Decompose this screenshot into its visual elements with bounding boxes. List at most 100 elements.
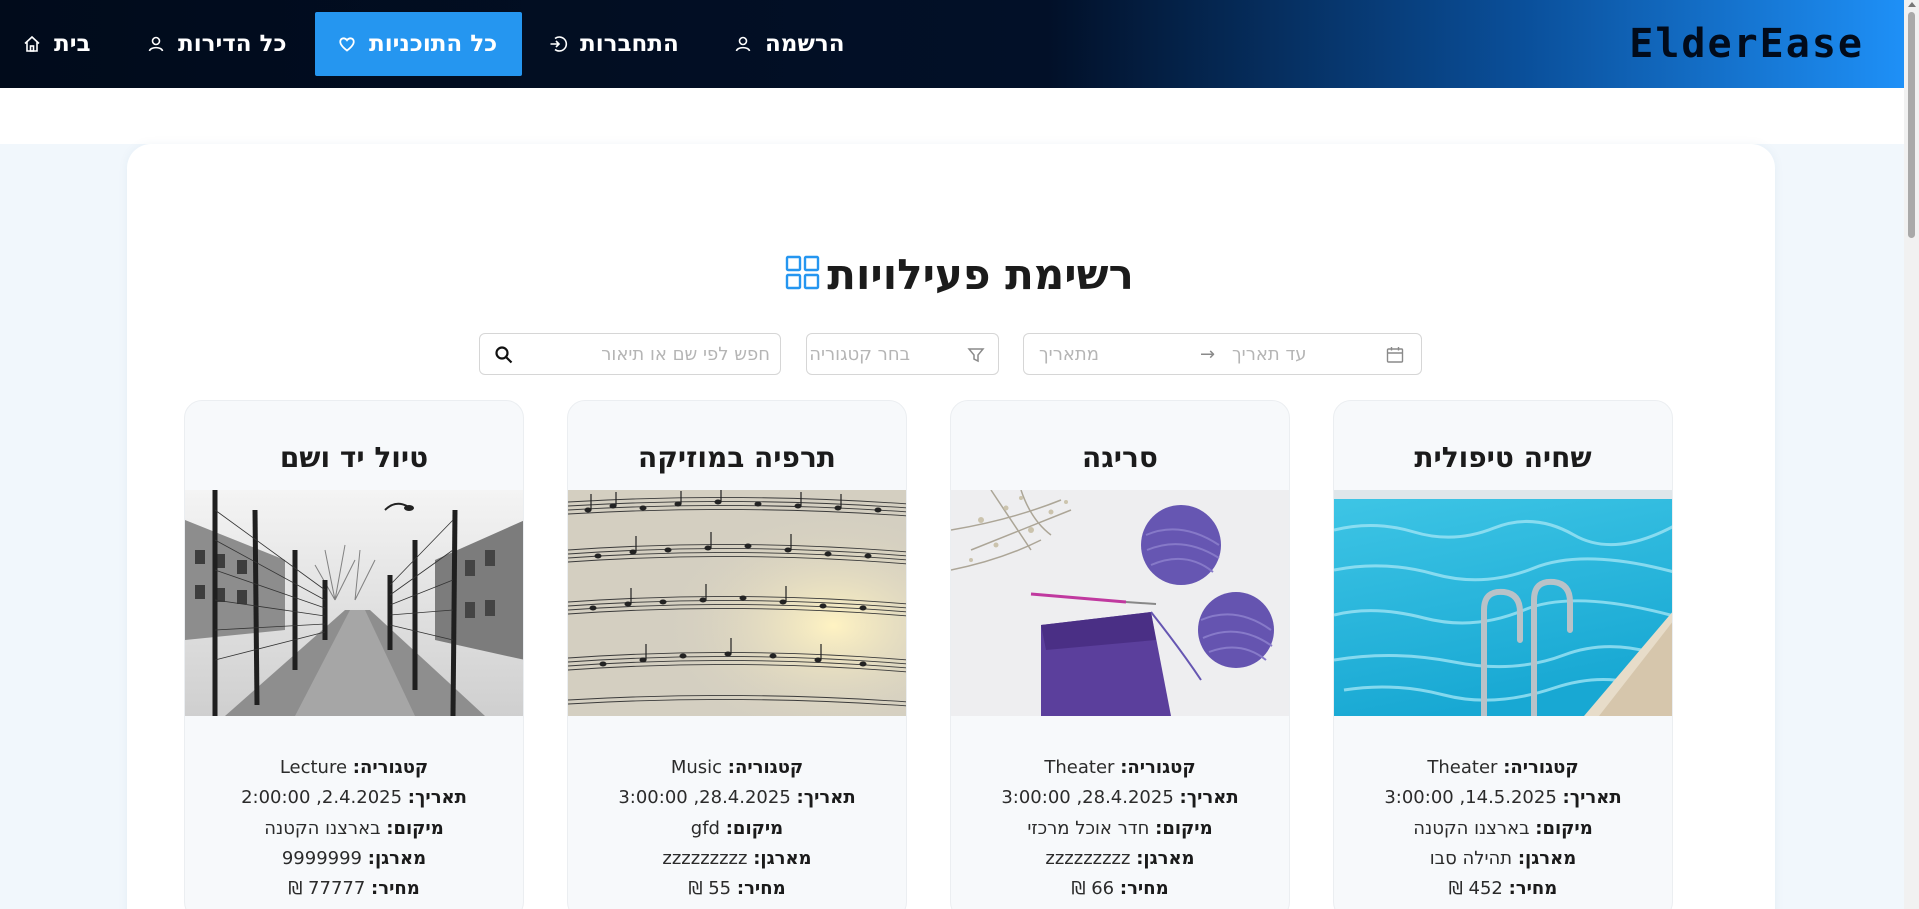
card-date: תאריך: 14.5.2025, 3:00:00 <box>1334 783 1672 813</box>
organizer-value: zzzzzzzzz <box>1045 847 1131 869</box>
card-location: מיקום: חדר אוכל מרכזי <box>951 814 1289 844</box>
card-organizer: מארגן: zzzzzzzzz <box>951 844 1289 874</box>
card-details: קטגוריה: Music תאריך: 28.4.2025, 3:00:00… <box>568 753 906 904</box>
date-label: תאריך: <box>407 787 467 809</box>
card-details: קטגוריה: Theater תאריך: 28.4.2025, 3:00:… <box>951 753 1289 904</box>
activity-card[interactable]: תרפיה במוזיקה קטגוריה: Music תאריך: 28.4… <box>567 400 907 909</box>
search-input[interactable] <box>570 343 770 365</box>
login-icon <box>548 34 568 54</box>
date-label: תאריך: <box>796 787 856 809</box>
organizer-label: מארגן: <box>753 847 812 869</box>
date-range-picker[interactable]: מתאריך → עד תאריך <box>1023 333 1422 375</box>
user-icon <box>733 34 753 54</box>
card-price: מחיר: 77777 ₪ <box>185 874 523 904</box>
organizer-value: תהילה סבו <box>1429 847 1513 869</box>
nav-login-link[interactable]: התחברות <box>548 12 679 76</box>
card-organizer: מארגן: תהילה סבו <box>1334 844 1672 874</box>
price-value: 452 ₪ <box>1448 878 1503 900</box>
nav-apartments-label: כל הדירות <box>178 31 287 57</box>
card-location: מיקום: gfd <box>568 814 906 844</box>
activity-image <box>1334 490 1672 716</box>
price-value: 77777 ₪ <box>288 878 366 900</box>
category-value: Lecture <box>279 757 348 778</box>
nav-programs-label: כל התוכניות <box>369 31 498 57</box>
nav-register-link[interactable]: הרשמה <box>733 12 845 76</box>
nav-home-label: בית <box>54 31 91 57</box>
organizer-label: מארגן: <box>1136 847 1195 869</box>
nav-apartments-link[interactable]: כל הדירות <box>146 12 287 76</box>
activity-card[interactable]: טיול יד ושם קטגוריה: Lecture תאריך: 2.4.… <box>184 400 524 909</box>
price-label: מחיר: <box>1119 878 1169 900</box>
card-category: קטגוריה: Music <box>568 753 906 783</box>
date-label: תאריך: <box>1562 787 1622 809</box>
price-value: 66 ₪ <box>1071 878 1115 900</box>
search-field[interactable] <box>479 333 781 375</box>
category-value: Theater <box>1044 757 1115 778</box>
organizer-value: 9999999 <box>281 847 363 869</box>
card-title: שחיה טיפולית <box>1414 441 1592 474</box>
location-value: gfd <box>690 817 720 839</box>
card-price: מחיר: 55 ₪ <box>568 874 906 904</box>
card-price: מחיר: 66 ₪ <box>951 874 1289 904</box>
nav-register-label: הרשמה <box>765 31 845 57</box>
date-value: 14.5.2025, 3:00:00 <box>1384 787 1557 809</box>
filter-icon <box>967 346 985 369</box>
date-value: 28.4.2025, 3:00:00 <box>1001 787 1174 809</box>
category-label: קטגוריה: <box>727 757 804 778</box>
activity-card[interactable]: שחיה טיפולית קטגוריה: Theater תאריך: 14.… <box>1333 400 1673 909</box>
scrollbar-thumb[interactable] <box>1908 12 1915 238</box>
location-value: חדר אוכל מרכזי <box>1027 817 1150 839</box>
date-value: 2.4.2025, 2:00:00 <box>241 787 403 809</box>
category-placeholder: בחר קטגוריה <box>809 343 910 365</box>
page-title: רשימת פעילויות <box>0 250 1919 299</box>
page-scrollbar[interactable] <box>1904 0 1919 909</box>
scroll-up-arrow-icon[interactable] <box>1908 2 1916 7</box>
card-title: תרפיה במוזיקה <box>638 441 836 474</box>
organizer-value: zzzzzzzzz <box>662 847 748 869</box>
date-to-field[interactable]: עד תאריך <box>1232 344 1307 365</box>
card-title: סריגה <box>1082 441 1158 474</box>
date-label: תאריך: <box>1179 787 1239 809</box>
logo[interactable]: ElderEase <box>1629 20 1864 68</box>
nav-programs-link[interactable]: כל התוכניות <box>315 12 522 76</box>
grid-icon <box>785 255 821 295</box>
activity-card[interactable]: סריגה קטגוריה: Theater תאריך: 28.4.2025,… <box>950 400 1290 909</box>
price-label: מחיר: <box>371 878 420 900</box>
activity-image <box>951 490 1289 716</box>
category-value: Theater <box>1427 757 1498 778</box>
activity-image <box>568 490 906 716</box>
location-value: בארצנו הקטנה <box>1413 817 1530 839</box>
calendar-icon <box>1385 345 1405 370</box>
card-date: תאריך: 28.4.2025, 3:00:00 <box>568 783 906 813</box>
date-from-field[interactable]: מתאריך <box>1039 344 1099 365</box>
nav-login-label: התחברות <box>580 31 679 57</box>
organizer-label: מארגן: <box>367 847 427 869</box>
home-icon <box>22 34 42 54</box>
nav-home-link[interactable]: בית <box>22 12 91 76</box>
category-select[interactable]: בחר קטגוריה <box>806 333 999 375</box>
card-category: קטגוריה: Lecture <box>185 753 523 783</box>
location-label: מיקום: <box>386 817 444 839</box>
location-value: בארצנו הקטנה <box>264 817 381 839</box>
activity-image <box>185 490 523 716</box>
card-organizer: מארגן: 9999999 <box>185 844 523 874</box>
organizer-label: מארגן: <box>1517 847 1577 869</box>
card-date: תאריך: 2.4.2025, 2:00:00 <box>185 783 523 813</box>
page-title-text: רשימת פעילויות <box>827 250 1134 299</box>
price-label: מחיר: <box>736 878 786 900</box>
card-category: קטגוריה: Theater <box>1334 753 1672 783</box>
search-icon <box>494 345 514 370</box>
category-value: Music <box>670 757 723 778</box>
card-title: טיול יד ושם <box>279 441 429 474</box>
price-label: מחיר: <box>1508 878 1558 900</box>
card-price: מחיר: 452 ₪ <box>1334 874 1672 904</box>
card-location: מיקום: בארצנו הקטנה <box>1334 814 1672 844</box>
category-label: קטגוריה: <box>1120 757 1196 778</box>
location-label: מיקום: <box>1155 817 1213 839</box>
category-label: קטגוריה: <box>1503 757 1579 778</box>
navbar: בית כל הדירות כל התוכניות התחברות הרשמה <box>0 0 1904 88</box>
heart-icon <box>337 34 357 54</box>
location-label: מיקום: <box>725 817 784 839</box>
card-category: קטגוריה: Theater <box>951 753 1289 783</box>
location-label: מיקום: <box>1535 817 1593 839</box>
